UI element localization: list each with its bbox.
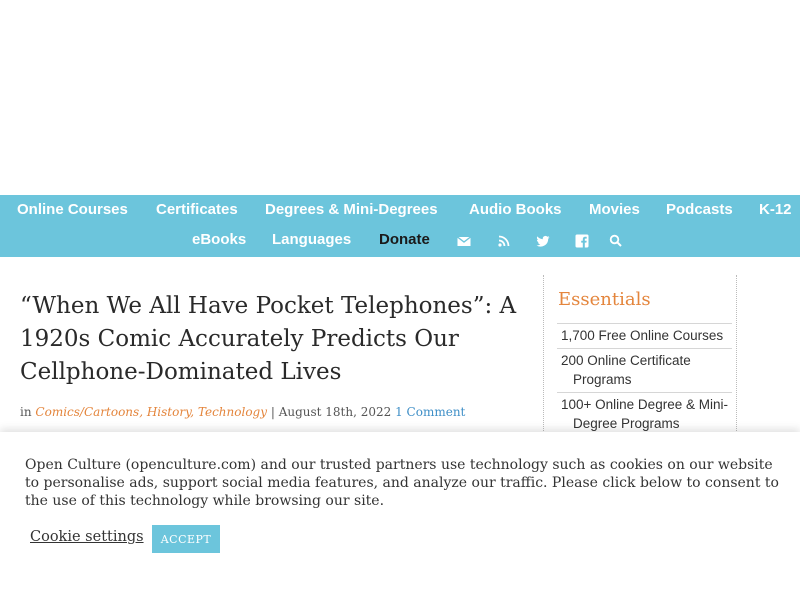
article-header: “When We All Have Pocket Telephones”: A … bbox=[20, 290, 525, 389]
ad-space bbox=[0, 0, 800, 195]
nav-online-courses[interactable]: Online Courses bbox=[17, 201, 128, 219]
twitter-icon[interactable] bbox=[535, 233, 551, 249]
category-link[interactable]: Comics/Cartoons bbox=[35, 405, 139, 419]
nav-k12[interactable]: K-12 bbox=[759, 201, 792, 219]
nav-audio-books[interactable]: Audio Books bbox=[469, 201, 562, 219]
nav-ebooks[interactable]: eBooks bbox=[192, 231, 246, 249]
nav-languages[interactable]: Languages bbox=[272, 231, 351, 249]
post-date: August 18th, 2022 bbox=[278, 405, 392, 419]
nav-podcasts[interactable]: Podcasts bbox=[666, 201, 733, 219]
accept-button[interactable]: ACCEPT bbox=[152, 525, 220, 553]
essentials-sidebar: Essentials 1,700 Free Online Courses 200… bbox=[543, 275, 737, 445]
essentials-list: 1,700 Free Online Courses 200 Online Cer… bbox=[557, 323, 732, 436]
facebook-icon[interactable] bbox=[574, 233, 590, 249]
meta-prefix: in bbox=[20, 405, 32, 419]
comments-link[interactable]: 1 Comment bbox=[395, 405, 465, 419]
category-link[interactable]: Technology bbox=[198, 405, 267, 419]
nav-movies[interactable]: Movies bbox=[589, 201, 640, 219]
cookie-consent-banner: Open Culture (openculture.com) and our t… bbox=[0, 432, 800, 600]
cookie-message: Open Culture (openculture.com) and our t… bbox=[25, 457, 779, 509]
nav-donate[interactable]: Donate bbox=[379, 231, 430, 249]
essentials-item[interactable]: 200 Online Certificate Programs bbox=[557, 348, 732, 392]
category-link[interactable]: History bbox=[147, 405, 190, 419]
cookie-settings-link[interactable]: Cookie settings bbox=[30, 529, 144, 545]
essentials-item[interactable]: 100+ Online Degree & Mini-Degree Program… bbox=[557, 392, 732, 436]
email-icon[interactable] bbox=[456, 233, 472, 249]
main-navigation: Online Courses Certificates Degrees & Mi… bbox=[0, 195, 800, 257]
article-meta: in Comics/Cartoons, History, Technology … bbox=[20, 405, 466, 419]
nav-certificates[interactable]: Certificates bbox=[156, 201, 238, 219]
essentials-item[interactable]: 1,700 Free Online Courses bbox=[557, 323, 732, 348]
sidebar-title: Essentials bbox=[558, 289, 651, 310]
article-title: “When We All Have Pocket Telephones”: A … bbox=[20, 293, 517, 385]
rss-icon[interactable] bbox=[496, 233, 512, 249]
nav-degrees[interactable]: Degrees & Mini-Degrees bbox=[265, 201, 438, 219]
search-icon[interactable] bbox=[608, 233, 624, 249]
